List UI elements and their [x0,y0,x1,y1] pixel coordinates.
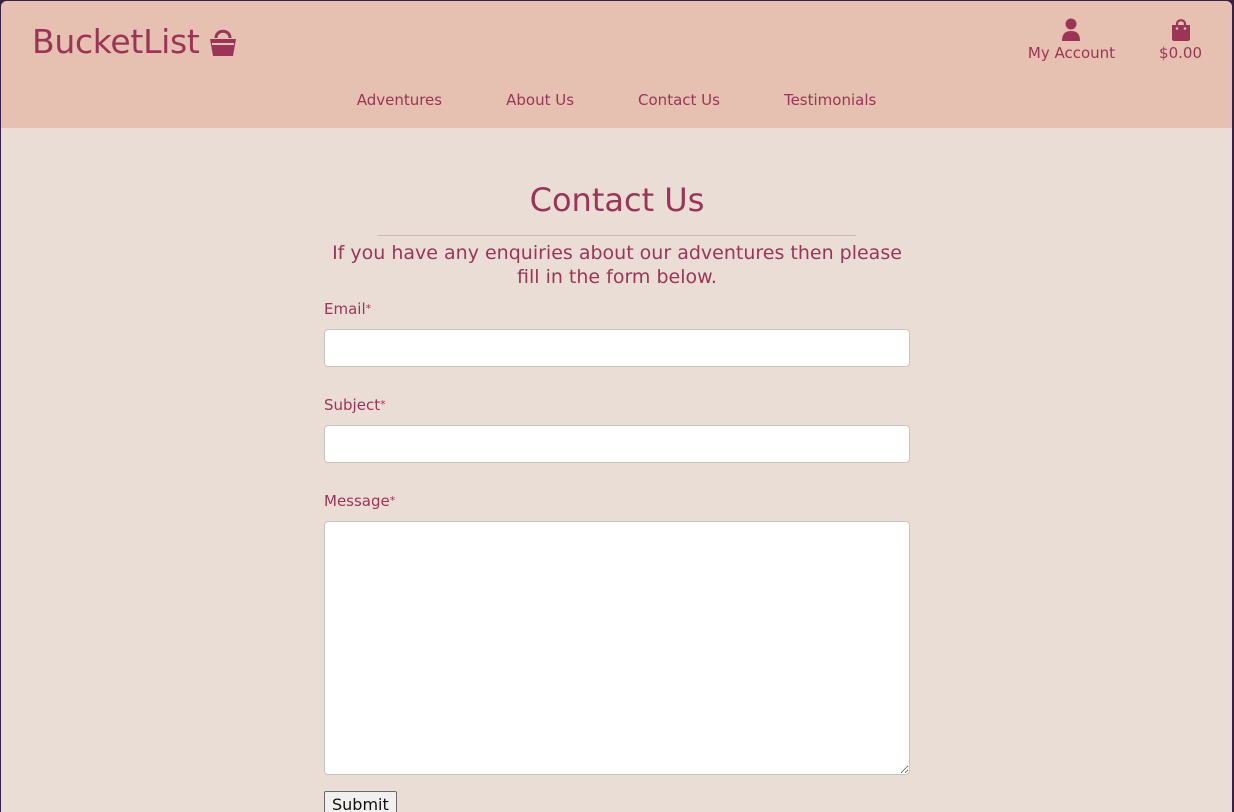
nav-item-adventures[interactable]: Adventures [357,91,442,109]
contact-form: Email* Subject* Message* Submit [324,299,910,812]
nav-item-about-us[interactable]: About Us [506,91,574,109]
subject-label-text: Subject [324,396,381,414]
cart-link[interactable]: $0.00 [1159,15,1202,62]
page-title: Contact Us [529,181,705,219]
cart-total: $0.00 [1159,44,1202,62]
subject-field[interactable] [324,425,910,463]
email-field[interactable] [324,329,910,367]
intro-text: If you have any enquiries about our adve… [332,242,902,288]
subject-label: Subject* [324,395,910,415]
my-account-link[interactable]: My Account [1028,15,1115,62]
message-textarea[interactable] [324,521,910,775]
title-divider [378,235,856,236]
brand-name: BucketList [32,21,200,61]
shopping-bag-icon [1171,15,1191,41]
contact-section: Contact Us If you have any enquiries abo… [324,128,910,812]
main-nav: Adventures About Us Contact Us Testimoni… [1,91,1232,109]
brand-logo-link[interactable]: BucketList [32,21,238,61]
basket-icon [208,25,238,57]
email-label: Email* [324,299,910,319]
email-label-text: Email [324,300,366,318]
email-required-mark: * [365,302,372,315]
submit-button[interactable]: Submit [324,791,397,812]
user-icon [1061,15,1081,41]
message-required-mark: * [389,494,396,507]
header-actions: My Account $0.00 [1028,15,1202,62]
message-label: Message* [324,491,910,511]
my-account-label: My Account [1027,44,1116,62]
nav-item-contact-us[interactable]: Contact Us [638,91,720,109]
subject-required-mark: * [380,398,386,411]
browser-viewport: BucketList My Account $0.00 Adventures A… [1,1,1232,812]
nav-item-testimonials[interactable]: Testimonials [784,91,876,109]
site-header: BucketList My Account $0.00 Adventures A… [1,1,1232,128]
message-label-text: Message [324,492,390,510]
